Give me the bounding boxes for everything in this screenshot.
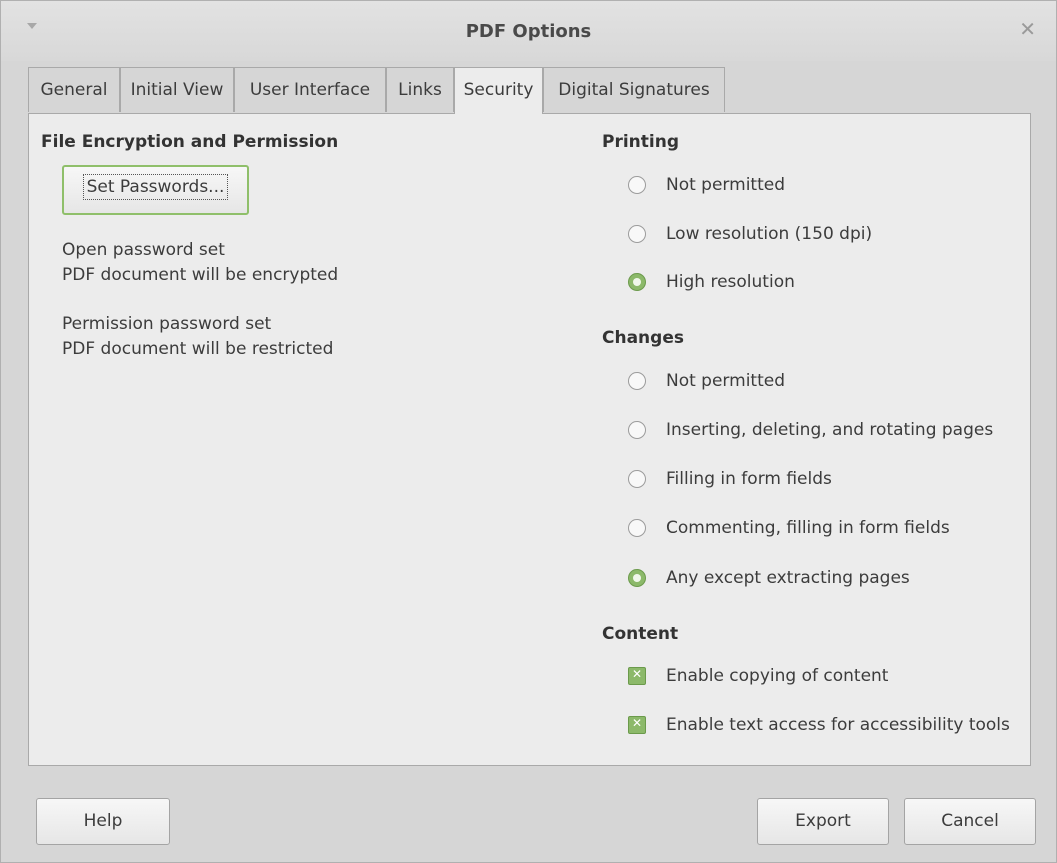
- export-button[interactable]: Export: [757, 798, 889, 845]
- option-label: Any except extracting pages: [666, 568, 910, 588]
- changes-option-not-permitted[interactable]: Not permitted: [628, 368, 785, 394]
- radio-button-selected[interactable]: [628, 273, 646, 291]
- tab-general[interactable]: General: [28, 67, 120, 112]
- open-password-status: Open password set PDF document will be e…: [62, 238, 338, 288]
- printing-option-not-permitted[interactable]: Not permitted: [628, 172, 785, 198]
- option-label: Low resolution (150 dpi): [666, 224, 873, 244]
- changes-option-commenting[interactable]: Commenting, filling in form fields: [628, 515, 950, 541]
- option-label: Filling in form fields: [666, 469, 832, 489]
- option-label: Enable copying of content: [666, 666, 889, 686]
- option-label: Inserting, deleting, and rotating pages: [666, 420, 994, 440]
- option-label: Not permitted: [666, 175, 785, 195]
- radio-button[interactable]: [628, 470, 646, 488]
- option-label: Not permitted: [666, 371, 785, 391]
- checkbox-checked[interactable]: [628, 667, 646, 685]
- radio-button[interactable]: [628, 372, 646, 390]
- cancel-button[interactable]: Cancel: [904, 798, 1036, 845]
- help-button[interactable]: Help: [36, 798, 170, 845]
- changes-option-any-except-extracting[interactable]: Any except extracting pages: [628, 565, 910, 591]
- set-passwords-button[interactable]: Set Passwords...: [62, 165, 249, 215]
- file-encryption-heading: File Encryption and Permission: [41, 132, 339, 152]
- tab-initial-view[interactable]: Initial View: [120, 67, 234, 112]
- close-icon[interactable]: ✕: [1019, 17, 1036, 41]
- changes-option-filling-form-fields[interactable]: Filling in form fields: [628, 466, 832, 492]
- radio-button[interactable]: [628, 225, 646, 243]
- option-label: High resolution: [666, 272, 795, 292]
- changes-option-inserting-deleting-rotating[interactable]: Inserting, deleting, and rotating pages: [628, 417, 993, 443]
- checkbox-checked[interactable]: [628, 716, 646, 734]
- changes-heading: Changes: [602, 328, 684, 348]
- radio-button[interactable]: [628, 519, 646, 537]
- pdf-options-dialog: PDF Options ✕ General Initial View User …: [0, 0, 1057, 863]
- tab-user-interface[interactable]: User Interface: [234, 67, 386, 112]
- tab-security[interactable]: Security: [454, 67, 543, 114]
- open-password-status-line2: PDF document will be encrypted: [62, 265, 339, 285]
- tab-digital-signatures[interactable]: Digital Signatures: [543, 67, 725, 112]
- printing-option-low-resolution[interactable]: Low resolution (150 dpi): [628, 221, 872, 247]
- radio-button-selected[interactable]: [628, 569, 646, 587]
- content-option-accessibility-access[interactable]: Enable text access for accessibility too…: [628, 712, 1010, 738]
- content-heading: Content: [602, 624, 679, 644]
- window-title: PDF Options: [465, 21, 592, 42]
- open-password-status-line1: Open password set: [62, 240, 225, 260]
- set-passwords-label: Set Passwords...: [82, 174, 229, 200]
- title-bar[interactable]: PDF Options ✕: [1, 1, 1056, 61]
- option-label: Enable text access for accessibility too…: [666, 715, 1010, 735]
- security-panel: File Encryption and Permission Set Passw…: [28, 113, 1031, 766]
- tab-links[interactable]: Links: [386, 67, 454, 112]
- printing-option-high-resolution[interactable]: High resolution: [628, 269, 795, 295]
- option-label: Commenting, filling in form fields: [666, 518, 950, 538]
- radio-button[interactable]: [628, 421, 646, 439]
- permission-password-status-line2: PDF document will be restricted: [62, 339, 334, 359]
- content-option-enable-copying[interactable]: Enable copying of content: [628, 663, 888, 689]
- radio-button[interactable]: [628, 176, 646, 194]
- permission-password-status-line1: Permission password set: [62, 314, 272, 334]
- printing-heading: Printing: [602, 132, 679, 152]
- permission-password-status: Permission password set PDF document wil…: [62, 312, 333, 362]
